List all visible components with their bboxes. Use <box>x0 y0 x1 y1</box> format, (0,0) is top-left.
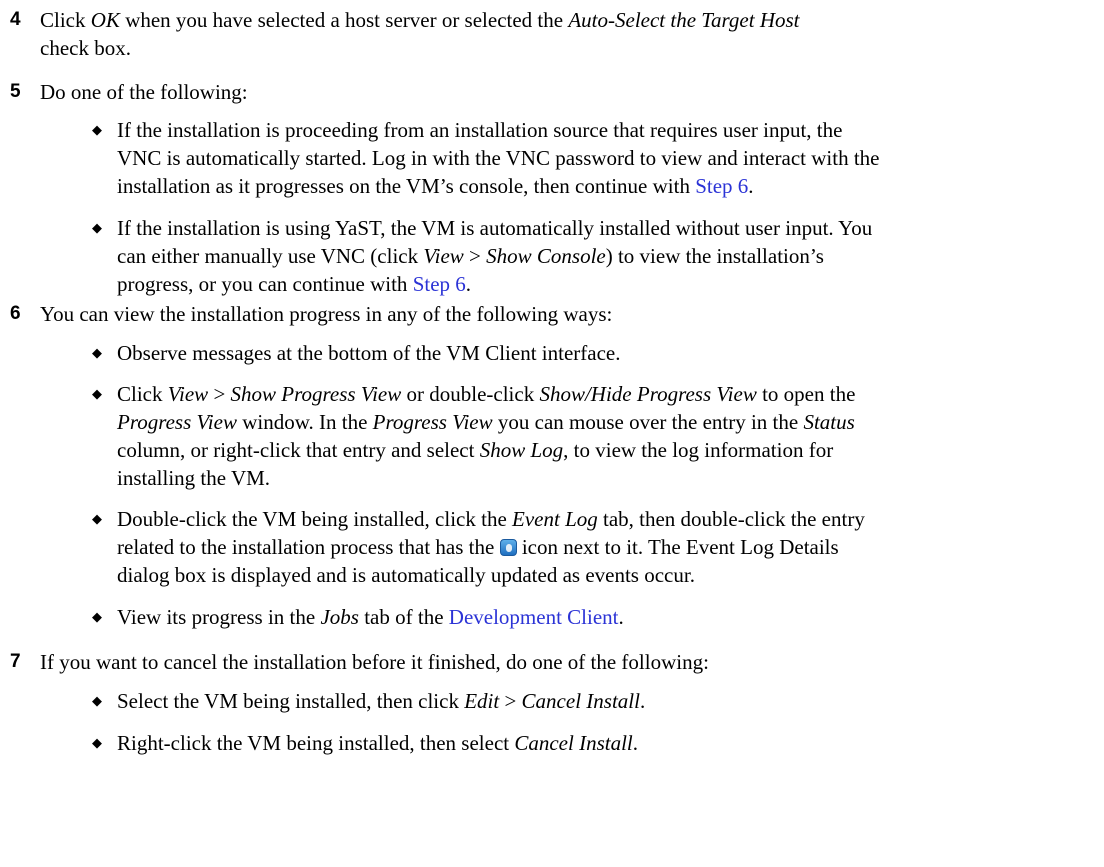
auto-select-label: Auto-Select the Target Host <box>568 8 800 32</box>
cancel-install-label: Cancel Install <box>521 689 640 713</box>
step-text: Do one of the following: <box>40 80 248 104</box>
bullet-icon: ◆ <box>92 122 102 137</box>
step-5-bullet-2: If the installation is using YaST, the V… <box>117 214 1102 298</box>
step-6-link[interactable]: Step 6 <box>695 174 748 198</box>
jobs-label: Jobs <box>320 605 359 629</box>
text: . <box>618 605 624 629</box>
edit-menu-label: Edit <box>464 689 500 713</box>
step-6-link[interactable]: Step 6 <box>413 272 466 296</box>
text: or double-click <box>401 382 540 406</box>
text: . <box>465 272 472 296</box>
text: window. In the <box>236 410 373 434</box>
text: ) to view the installation’s <box>605 244 824 268</box>
text: Right-click the VM being installed, then… <box>117 731 515 755</box>
text: Select the VM being installed, then clic… <box>117 689 465 713</box>
text: > <box>208 382 231 406</box>
step-5-bullet-1: If the installation is proceeding from a… <box>117 116 1102 200</box>
show-progress-view-label: Show Progress View <box>230 382 402 406</box>
bullet-icon: ◆ <box>92 345 102 360</box>
text: installation as it progresses on the VM’… <box>117 174 696 198</box>
text: to open the <box>756 382 856 406</box>
show-log-label: Show Log <box>479 438 564 462</box>
text: column, or right-click that entry and se… <box>117 438 480 462</box>
step-6-bullet-3: Double-click the VM being installed, cli… <box>117 505 1102 589</box>
event-log-label: Event Log <box>512 507 598 531</box>
text: tab, then double-click the entry <box>597 507 865 531</box>
show-console-label: Show Console <box>486 244 606 268</box>
text: Click <box>40 8 91 32</box>
text: > <box>463 244 487 268</box>
bullet-icon: ◆ <box>92 735 102 750</box>
step-6-bullet-2: Click View > Show Progress View or doubl… <box>117 380 1102 492</box>
text: can either manually use VNC (click <box>117 244 424 268</box>
text: related to the installation process that… <box>117 535 500 559</box>
step-number: 5 <box>10 81 21 102</box>
text: View its progress in the <box>117 605 321 629</box>
step-6-bullet-4: View its progress in the Jobs tab of the… <box>117 603 1102 631</box>
progress-view-label: Progress View <box>372 410 493 434</box>
info-icon <box>499 539 517 556</box>
text: . <box>748 174 754 198</box>
step-text: If you want to cancel the installation b… <box>40 650 709 674</box>
text: tab of the <box>358 605 449 629</box>
document-page: 4 Click OK when you have selected a host… <box>0 0 1104 867</box>
step-6-bullet-1: Observe messages at the bottom of the VM… <box>117 341 621 365</box>
view-menu-label: View <box>167 382 209 406</box>
step-number: 4 <box>10 9 21 30</box>
text: . <box>632 731 639 755</box>
text: check box. <box>40 36 131 60</box>
text: you can mouse over the entry in the <box>492 410 804 434</box>
text: Click <box>117 382 168 406</box>
text: If the installation is proceeding from a… <box>117 118 843 142</box>
text: > <box>499 689 522 713</box>
step-number: 7 <box>10 651 21 672</box>
text: Double-click the VM being installed, cli… <box>117 507 513 531</box>
step-number: 6 <box>10 303 21 324</box>
text: dialog box is displayed and is automatic… <box>117 563 695 587</box>
text: progress, or you can continue with <box>117 272 413 296</box>
step-7-bullet-1: Select the VM being installed, then clic… <box>117 687 1102 715</box>
step-text: Click OK when you have selected a host s… <box>40 6 1090 62</box>
status-label: Status <box>803 410 855 434</box>
bullet-icon: ◆ <box>92 693 102 708</box>
show-hide-progress-view-label: Show/Hide Progress View <box>539 382 757 406</box>
text: If the installation is using YaST, the V… <box>117 216 873 240</box>
step-7-bullet-2: Right-click the VM being installed, then… <box>117 729 1102 757</box>
text: when you have selected a host server or … <box>119 8 569 32</box>
text: , to view the log information for <box>563 438 834 462</box>
step-text: You can view the installation progress i… <box>40 302 613 326</box>
view-menu-label: View <box>423 244 464 268</box>
development-client-link[interactable]: Development Client <box>449 605 619 629</box>
text: . <box>639 689 646 713</box>
text: icon next to it. The Event Log Details <box>516 535 839 559</box>
ok-label: OK <box>90 8 120 32</box>
text: installing the VM. <box>117 466 271 490</box>
bullet-icon: ◆ <box>92 511 102 526</box>
bullet-icon: ◆ <box>92 220 102 235</box>
cancel-install-label: Cancel Install <box>514 731 633 755</box>
progress-view-label: Progress View <box>117 410 237 434</box>
bullet-icon: ◆ <box>92 386 102 401</box>
text: VNC is automatically started. Log in wit… <box>117 146 880 170</box>
bullet-icon: ◆ <box>92 609 102 624</box>
